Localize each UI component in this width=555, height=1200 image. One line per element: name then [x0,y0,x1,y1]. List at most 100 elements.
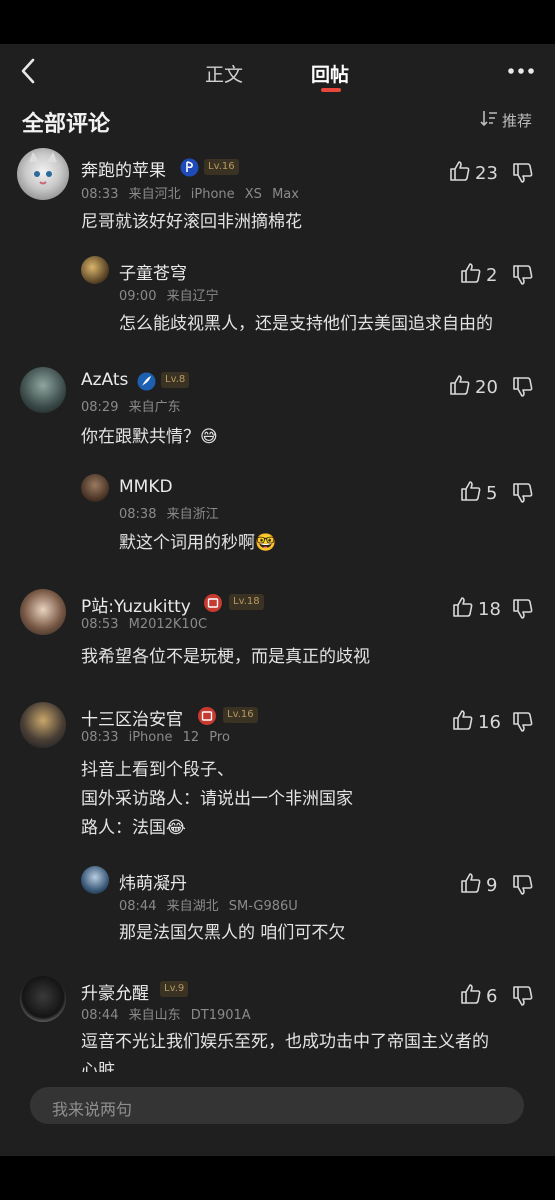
like-button[interactable]: 2 [460,262,497,289]
like-button[interactable]: 5 [460,480,497,507]
comment-location: 来自浙江 [166,507,219,522]
comment-device: SM-G986U [228,899,298,914]
comment-time: 08:44 [81,1008,119,1023]
like-button[interactable]: 9 [460,872,497,899]
comment-time: 08:29 [81,400,119,415]
comment-text[interactable]: 怎么能歧视黑人，还是支持他们去美国追求自由的 [119,308,493,341]
avatar[interactable] [81,474,109,502]
level-badge: Lv.9 [160,981,189,997]
thumbs-up-icon [460,983,482,1010]
thumbs-down-icon [512,598,534,624]
username[interactable]: P站:Yuzukitty [81,592,191,617]
active-tab-indicator [321,88,341,92]
back-icon[interactable] [14,56,44,86]
sort-label: 推荐 [502,111,533,130]
playstation-badge-icon [180,158,199,181]
like-count: 16 [478,712,501,733]
dislike-button[interactable] [512,711,534,737]
comment-text[interactable]: 那是法国欠黑人的 咱们可不欠 [119,917,345,950]
thumbs-up-icon [452,596,474,623]
like-button[interactable]: 16 [452,709,501,736]
comment-text-line[interactable]: 心脏 [81,1055,115,1072]
thumbs-up-icon [460,872,482,899]
comment-time: 08:44 [119,899,157,914]
username[interactable]: MMKD [119,477,173,497]
like-button[interactable]: 6 [460,983,497,1010]
comment-text-line[interactable]: 路人：法国😂 [81,812,186,845]
comment-meta: 08:29 来自广东 [81,396,181,415]
username[interactable]: AzAts [81,370,128,390]
comment-text[interactable]: 我希望各位不是玩梗，而是真正的歧视 [81,641,370,674]
medal-badge-icon [197,706,217,730]
like-count: 23 [475,163,498,184]
comment-text-line[interactable]: 逗音不光让我们娱乐至死，也成功击中了帝国主义者的 [81,1026,489,1059]
comment-meta: 09:00 来自辽宁 [119,285,219,304]
dislike-button[interactable] [512,376,534,402]
comment-meta: 08:44 来自湖北 SM-G986U [119,895,298,914]
avatar[interactable] [81,866,109,894]
tab-replies[interactable]: 回帖 [311,60,349,87]
avatar[interactable] [20,976,66,1022]
dislike-button[interactable] [512,162,534,188]
like-button[interactable]: 18 [452,596,501,623]
comment-meta: 08:38 来自浙江 [119,503,219,522]
username[interactable]: 炜萌凝丹 [119,869,187,894]
verified-feather-icon [137,372,156,395]
comment-meta: 08:33 来自河北 iPhone XS Max [81,183,299,202]
dislike-button[interactable] [512,482,534,508]
thumbs-down-icon [512,985,534,1011]
dislike-button[interactable] [512,874,534,900]
dislike-button[interactable] [512,264,534,290]
comment-time: 08:53 [81,617,119,632]
comment-location: 来自辽宁 [166,289,219,304]
thumbs-up-icon [460,262,482,289]
avatar[interactable] [81,256,109,284]
username[interactable]: 奔跑的苹果 [81,156,166,181]
thumbs-down-icon [512,264,534,290]
comment-screen: 正文 回帖 全部评论 推荐 奔跑的苹果 Lv.16 08:33 来自河北 iPh… [0,0,555,1200]
like-count: 9 [486,875,498,896]
like-count: 20 [475,377,498,398]
thumbs-down-icon [512,711,534,737]
sort-button[interactable]: 推荐 [480,109,532,131]
comment-location: 来自河北 [128,187,181,202]
username[interactable]: 十三区治安官 [81,705,183,730]
thumbs-up-icon [452,709,474,736]
avatar[interactable] [20,367,66,413]
comment-text[interactable]: 默这个词用的秒啊🤓 [119,527,276,560]
level-badge: Lv.16 [223,707,258,723]
thumbs-down-icon [512,874,534,900]
comment-time: 09:00 [119,289,157,304]
like-count: 5 [486,483,498,504]
like-count: 6 [486,986,498,1007]
tab-content[interactable]: 正文 [205,60,243,87]
comment-text[interactable]: 你在跟默共情？😅 [81,421,218,454]
comment-location: 来自山东 [128,1008,181,1023]
comment-device: DT1901A [190,1008,251,1023]
username[interactable]: 升豪允醒 [81,979,149,1004]
dislike-button[interactable] [512,985,534,1011]
avatar[interactable] [20,702,66,748]
comment-location: 来自广东 [128,400,181,415]
dislike-button[interactable] [512,598,534,624]
like-button[interactable]: 23 [449,160,498,187]
medal-badge-icon [203,593,223,617]
home-indicator-area [0,1156,555,1200]
comment-input[interactable]: 我来说两句 [30,1087,524,1124]
status-bar-area [0,0,555,44]
like-count: 2 [486,265,498,286]
avatar[interactable] [20,589,66,635]
like-button[interactable]: 20 [449,374,498,401]
more-options-icon[interactable] [506,58,538,84]
thumbs-down-icon [512,162,534,188]
level-badge: Lv.18 [229,594,264,610]
username[interactable]: 子童苍穹 [119,259,187,284]
comment-time: 08:33 [81,187,119,202]
thumbs-up-icon [449,374,471,401]
comment-text[interactable]: 尼哥就该好好滚回非洲摘棉花 [81,206,302,239]
comment-device: M2012K10C [128,617,208,632]
avatar[interactable] [17,148,69,200]
thumbs-down-icon [512,482,534,508]
thumbs-up-icon [460,480,482,507]
sort-icon [480,109,498,131]
